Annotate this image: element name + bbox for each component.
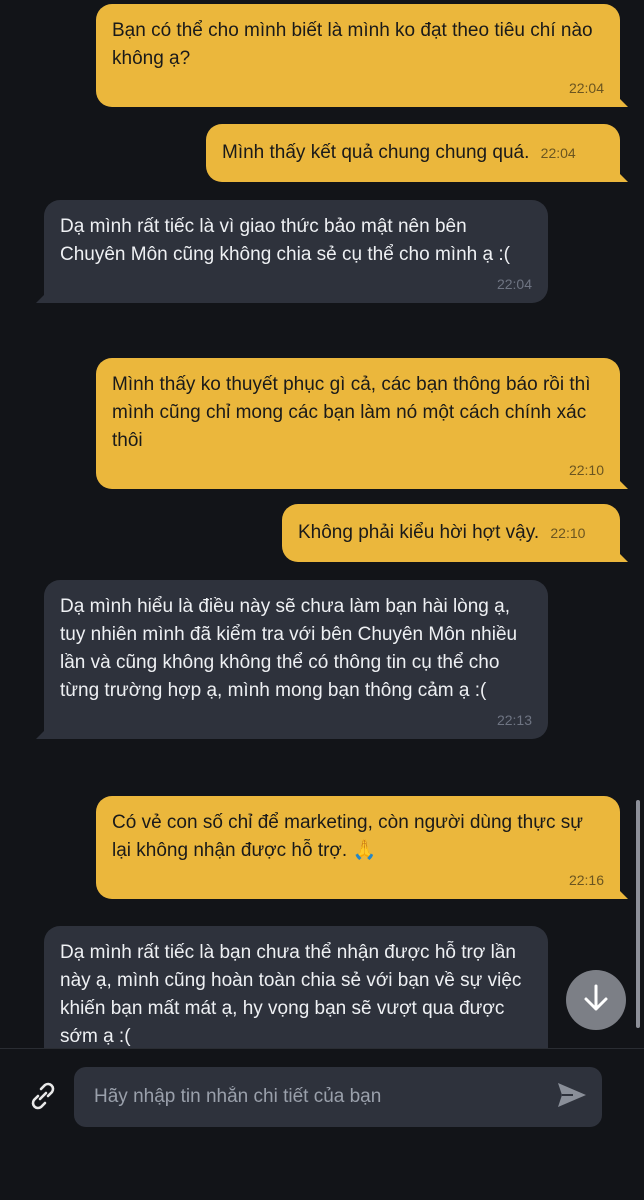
message-incoming[interactable]: Dạ mình hiểu là điều này sẽ chưa làm bạn… <box>36 580 548 739</box>
message-time: 22:16 <box>568 872 604 888</box>
message-text: Không phải kiểu hời hợt vậy. <box>298 522 540 543</box>
chat-message-list[interactable]: Bạn có thể cho mình biết là mình ko đạt … <box>0 0 644 1048</box>
message-text: Dạ mình hiểu là điều này sẽ chưa làm bạn… <box>60 596 518 701</box>
message-text: Mình thấy ko thuyết phục gì cả, các bạn … <box>112 374 591 451</box>
message-outgoing[interactable]: Không phải kiểu hời hợt vậy. 22:10 <box>282 504 628 562</box>
message-text: Mình thấy kết quả chung chung quá. <box>222 142 530 163</box>
message-incoming[interactable]: Dạ mình rất tiếc là vì giao thức bảo mật… <box>36 200 548 303</box>
message-time: 22:04 <box>496 276 532 292</box>
send-icon <box>557 1082 587 1113</box>
message-time: 22:10 <box>550 525 586 541</box>
message-text: Dạ mình rất tiếc là bạn chưa thể nhận đư… <box>60 942 522 1047</box>
message-time: 22:04 <box>568 80 604 96</box>
chat-scrollbar[interactable] <box>636 800 640 1028</box>
message-time: 22:10 <box>568 462 604 478</box>
arrow-down-icon <box>582 983 610 1018</box>
message-text: Dạ mình rất tiếc là vì giao thức bảo mật… <box>60 216 510 265</box>
message-time: 22:13 <box>496 712 532 728</box>
message-text: Có vẻ con số chỉ để marketing, còn người… <box>112 812 583 861</box>
message-composer <box>0 1048 644 1200</box>
message-outgoing[interactable]: Mình thấy ko thuyết phục gì cả, các bạn … <box>96 358 628 489</box>
link-icon <box>26 1079 60 1118</box>
message-input[interactable] <box>74 1067 534 1127</box>
message-time: 22:04 <box>540 145 576 161</box>
message-input-container <box>74 1067 602 1127</box>
scroll-to-bottom-button[interactable] <box>566 970 626 1030</box>
message-outgoing[interactable]: Mình thấy kết quả chung chung quá. 22:04 <box>206 124 628 182</box>
message-outgoing[interactable]: Có vẻ con số chỉ để marketing, còn người… <box>96 796 628 899</box>
message-text: Bạn có thể cho mình biết là mình ko đạt … <box>112 20 593 69</box>
attach-button[interactable] <box>24 1079 62 1117</box>
send-button[interactable] <box>552 1079 592 1115</box>
message-incoming[interactable]: Dạ mình rất tiếc là bạn chưa thể nhận đư… <box>44 926 548 1048</box>
message-outgoing[interactable]: Bạn có thể cho mình biết là mình ko đạt … <box>96 4 628 107</box>
